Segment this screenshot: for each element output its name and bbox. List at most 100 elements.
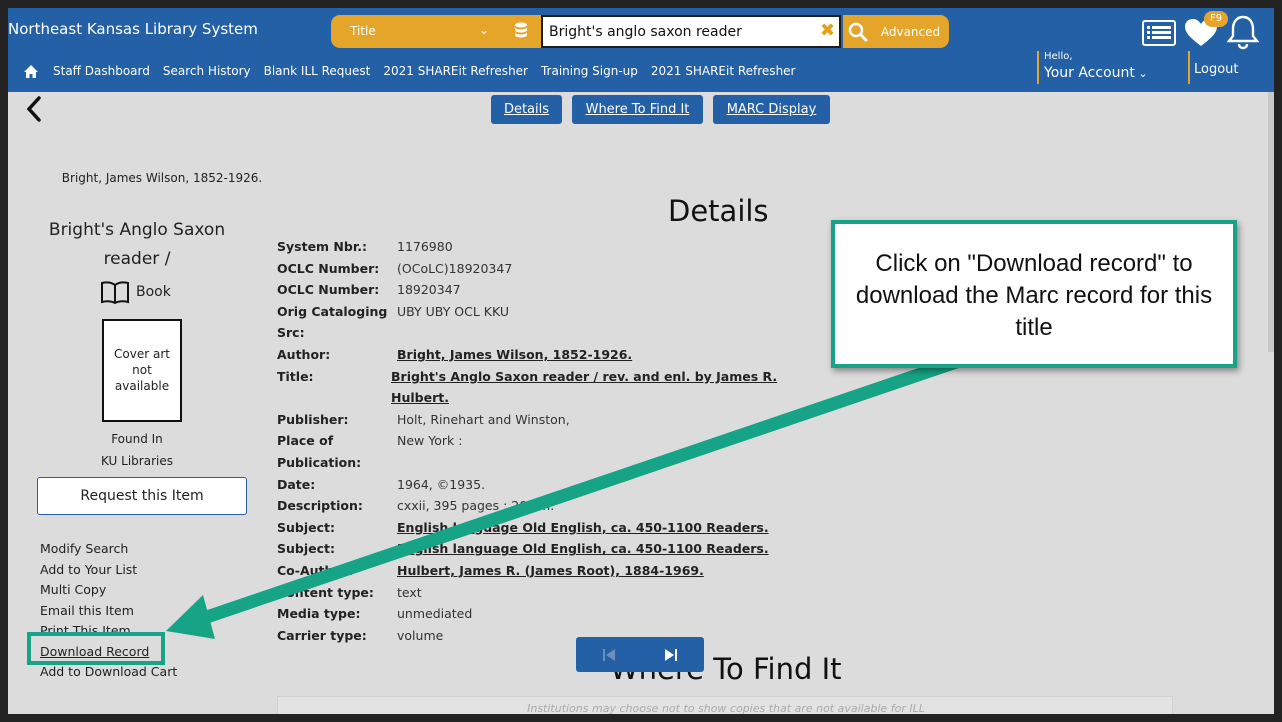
request-item-button[interactable]: Request this Item [37,477,247,515]
found-in-value: KU Libraries [101,454,173,468]
detail-label: Date: [277,476,316,492]
detail-row: Author: Bright, James Wilson, 1852-1926. [277,344,817,366]
logout-link[interactable]: Logout [1194,62,1239,77]
detail-label: Place of [277,433,334,449]
detail-label: Carrier type: [277,627,367,643]
account-menu[interactable]: Your Account ⌄ [1044,65,1148,81]
detail-label: OCLC Number: [277,282,380,298]
download-record-highlight [27,632,165,665]
chevron-down-icon: ⌄ [1134,67,1148,80]
nav-training-signup[interactable]: Training Sign-up [541,64,638,78]
detail-row: Media type: unmediated [277,603,817,625]
search-button[interactable] [843,15,872,48]
found-in: Found In KU Libraries [68,428,206,472]
detail-value: unmediated [397,606,473,622]
detail-label: Src: [277,325,305,341]
detail-link[interactable]: Bright, James Wilson, 1852-1926. [397,344,632,366]
nav-staff-dashboard[interactable]: Staff Dashboard [53,64,150,78]
detail-link[interactable]: Hulbert, James R. (James Root), 1884-196… [397,560,704,582]
cover-art-placeholder: Cover art not available [102,319,182,422]
detail-label: Title: [277,368,314,384]
multi-copy-link[interactable]: Multi Copy [40,580,177,601]
tab-marc-display[interactable]: MARC Display [713,95,830,124]
detail-value: text [397,584,422,600]
detail-label: Subject: [277,541,335,557]
list-icon[interactable] [1142,20,1176,46]
last-record-icon[interactable] [664,648,678,662]
favorites-badge: F9 [1204,11,1228,27]
add-to-list-link[interactable]: Add to Your List [40,560,177,581]
details-fields: System Nbr.: 1176980 OCLC Number: (OCoLC)18… [277,236,817,646]
nav-shareit-refresher-2[interactable]: 2021 SHAREit Refresher [651,64,796,78]
divider [1188,51,1190,84]
detail-link[interactable]: Bright's Anglo Saxon reader / rev. and e… [391,366,817,409]
back-chevron-icon[interactable] [24,94,44,124]
scrollbar[interactable] [1268,92,1274,352]
divider [1037,51,1039,84]
advanced-search-button[interactable]: Advanced [872,15,949,48]
details-heading: Details [668,194,769,228]
bell-icon[interactable] [1227,14,1259,50]
detail-label: OCLC Number: [277,260,380,276]
detail-label: Subject: [277,519,335,535]
detail-link[interactable]: English language Old English, ca. 450-11… [397,538,769,560]
detail-value: 1964, ©1935. [397,476,486,492]
detail-link[interactable]: English language Old English, ca. 450-11… [397,517,769,539]
nav-bar: Staff Dashboard Search History Blank ILL… [23,62,808,80]
record-pager [576,637,704,672]
detail-row: Title: Bright's Anglo Saxon reader / rev.… [277,366,817,409]
detail-row: Content type: text [277,582,817,604]
detail-row: Publisher: Holt, Rinehart and Winston, [277,409,817,431]
search-type-label: Title [350,24,376,38]
library-brand[interactable]: Northeast Kansas Library System [8,20,258,38]
nav-search-history[interactable]: Search History [163,64,251,78]
detail-row: Orig Cataloging UBY UBY OCL KKU [277,301,817,323]
tab-details[interactable]: Details [491,95,562,124]
detail-value: UBY UBY OCL KKU [397,303,510,319]
record-author: Bright, James Wilson, 1852-1926. [61,171,263,185]
format-label: Book [100,280,171,304]
chevron-down-icon: ⌄ [479,23,490,37]
detail-value: 1176980 [397,239,453,254]
detail-value: (OCoLC)18920347 [397,260,513,276]
detail-label: Co-Author: [277,562,354,578]
detail-row: Description: cxxii, 395 pages ; 20 cm. [277,495,817,517]
search-input[interactable] [549,22,814,42]
add-to-download-cart-link[interactable]: Add to Download Cart [40,662,177,683]
search-field [541,15,841,48]
nav-shareit-refresher[interactable]: 2021 SHAREit Refresher [383,64,528,78]
book-icon [101,281,129,304]
modify-search-link[interactable]: Modify Search [40,539,177,560]
database-icon[interactable] [514,22,528,39]
detail-value: volume [397,627,444,643]
detail-row: Place of New York : [277,430,817,452]
nav-blank-ill-request[interactable]: Blank ILL Request [264,64,371,78]
first-record-icon[interactable] [602,648,616,662]
detail-label: Publisher: [277,411,349,427]
format-text: Book [136,284,171,300]
detail-label: Publication: [277,454,362,470]
detail-value: New York : [397,433,463,449]
detail-row: System Nbr.: 1176980 [277,236,817,258]
detail-label: Media type: [277,606,361,622]
clear-search-icon[interactable]: ✖ [820,20,835,41]
notice-text: Institutions may choose not to show copi… [527,702,925,714]
detail-label: Orig Cataloging [277,303,388,319]
detail-label: Description: [277,498,363,514]
detail-row: Src: [277,322,817,344]
detail-label: Author: [277,346,331,362]
availability-notice: Institutions may choose not to show copi… [277,696,1173,714]
found-in-label: Found In [111,432,163,446]
record-title: Bright's Anglo Saxon reader / [48,220,226,269]
search-type-select[interactable]: Title ⌄ [331,15,541,48]
app-window: Northeast Kansas Library System Title ⌄ … [8,8,1274,714]
detail-label: Content type: [277,584,374,600]
detail-row: Publication: [277,452,817,474]
email-item-link[interactable]: Email this Item [40,601,177,622]
detail-value: Holt, Rinehart and Winston, [397,411,570,427]
home-icon[interactable] [23,64,39,79]
tab-where-to-find-it[interactable]: Where To Find It [572,95,703,124]
account-label: Your Account [1044,65,1135,81]
detail-row: Date: 1964, ©1935. [277,474,817,496]
account-greeting: Hello, [1044,51,1073,62]
